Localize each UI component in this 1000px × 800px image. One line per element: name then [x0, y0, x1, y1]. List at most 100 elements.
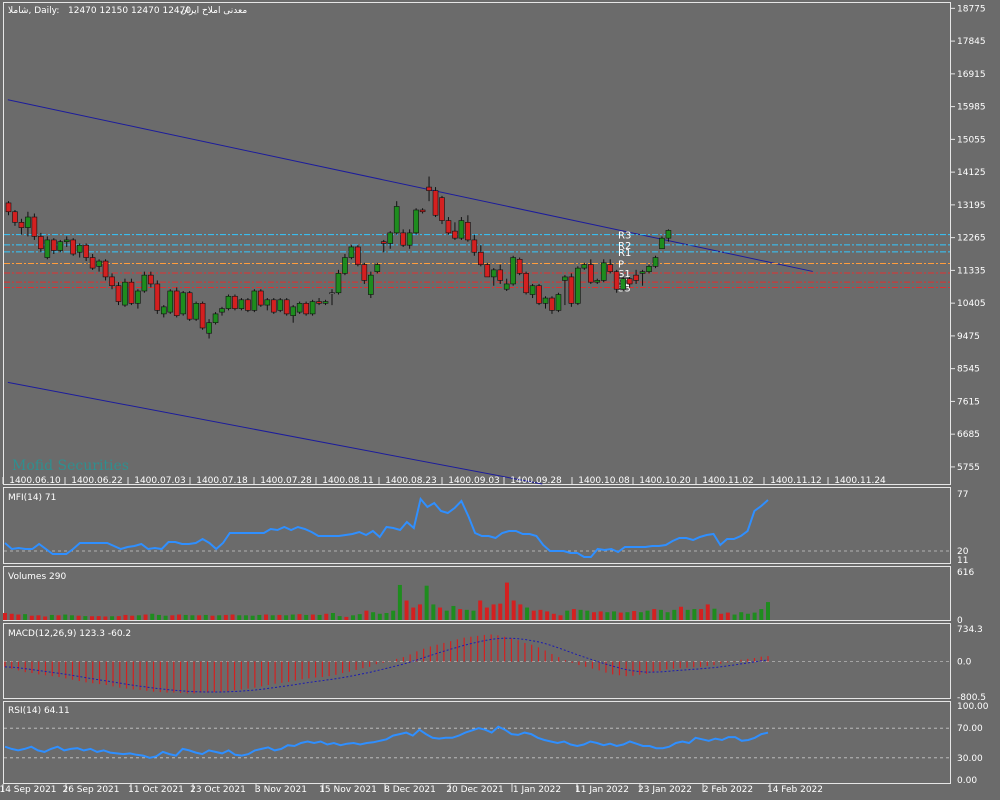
volume-bar — [471, 610, 476, 620]
candle-body — [458, 220, 465, 239]
volume-bar — [451, 605, 456, 620]
symbol-label: شاملا, Daily: — [8, 6, 59, 16]
candle-body — [626, 278, 633, 285]
price-tick-label: 13195 — [957, 201, 986, 211]
volume-bar — [177, 614, 182, 620]
ohlc-values: 12470 12150 12470 12470 — [68, 6, 191, 16]
candle-body — [562, 276, 568, 281]
date-label: 1400.10.08 — [578, 476, 630, 486]
chart-background — [0, 0, 1000, 800]
candle-body — [387, 232, 394, 244]
date-label: 1 Jan 2022 — [513, 785, 561, 795]
candle-body — [12, 211, 18, 223]
trading-chart[interactable]: شاملا, Daily: 12470 12150 12470 12470 مع… — [0, 0, 1000, 800]
date-label: 1400.10.20 — [639, 476, 691, 486]
candle-body — [361, 264, 368, 281]
candle-body — [594, 280, 601, 283]
volume-bar — [444, 610, 449, 620]
rsi-tick-label: 70.00 — [957, 724, 983, 734]
price-tick-label: 18775 — [957, 4, 986, 14]
candle-body — [89, 257, 96, 269]
price-tick-label: 14125 — [957, 168, 986, 178]
volume-bar — [277, 614, 282, 620]
volume-bar — [618, 612, 623, 620]
candle-body — [25, 216, 31, 228]
candle-body — [102, 260, 109, 278]
date-label: 1400.08.11 — [322, 476, 374, 486]
candle-body — [406, 232, 413, 246]
candle-body — [329, 292, 335, 295]
date-label: 8 Dec 2021 — [384, 785, 436, 795]
volume-bar — [297, 614, 302, 620]
volume-bar — [504, 582, 509, 620]
candle-body — [490, 269, 497, 278]
volume-bar — [625, 612, 630, 620]
volume-bar — [150, 613, 155, 620]
volume-bar — [223, 614, 228, 620]
candle-body — [536, 285, 542, 304]
volume-bar — [83, 616, 88, 620]
volume-bar — [438, 607, 443, 620]
volume-bar — [545, 611, 550, 620]
macd-tick-label: 0.0 — [957, 658, 972, 668]
candle-body — [659, 237, 665, 250]
pivot-label-r1: R1 — [618, 248, 631, 259]
volume-bar — [531, 610, 536, 620]
candle-body — [283, 299, 290, 315]
volume-bar — [417, 604, 422, 620]
volume-bar — [558, 615, 563, 620]
candle-body — [478, 251, 484, 265]
candle-body — [225, 295, 232, 309]
volume-bar — [759, 609, 764, 620]
price-tick-label: 8545 — [957, 365, 980, 375]
date-label: 1400.06.22 — [71, 476, 123, 486]
candle-body — [316, 301, 322, 304]
volume-bar — [210, 615, 215, 620]
date-label: 26 Sep 2021 — [62, 785, 119, 795]
macd-tick-label: 734.3 — [957, 625, 983, 635]
volume-bar — [324, 613, 329, 620]
candle-body — [258, 290, 264, 306]
volume-bar — [725, 612, 730, 620]
rsi-label: RSI(14) 64.11 — [8, 706, 70, 716]
volume-bar — [56, 615, 61, 620]
candle-body — [393, 206, 400, 234]
candle-body — [523, 273, 529, 294]
volume-bar — [391, 610, 396, 620]
volume-bar — [652, 609, 657, 620]
candle-body — [439, 197, 445, 221]
candle-body — [238, 299, 245, 309]
candle-body — [309, 301, 316, 315]
volume-bar — [36, 615, 41, 620]
candle-body — [212, 313, 219, 323]
volume-bar — [330, 612, 335, 620]
price-tick-label: 15985 — [957, 103, 986, 113]
volume-bar — [632, 611, 637, 620]
candle-body — [115, 285, 122, 302]
date-label: 23 Jan 2022 — [638, 785, 692, 795]
date-label: 1400.06.10 — [9, 476, 61, 486]
volume-bar — [712, 608, 717, 620]
volume-bar — [103, 616, 108, 620]
candle-body — [186, 292, 193, 320]
candle-body — [335, 273, 342, 294]
candle-body — [419, 209, 426, 213]
price-tick-label: 6685 — [957, 430, 980, 440]
volume-bar — [197, 615, 202, 620]
volume-bar — [156, 614, 161, 620]
candle-body — [245, 299, 251, 311]
candle-body — [432, 190, 439, 216]
candle-body — [516, 258, 523, 274]
candle-body — [76, 244, 83, 253]
volume-bar — [411, 607, 416, 620]
candle-body — [445, 220, 452, 234]
candle-body — [342, 257, 348, 274]
candle-body — [180, 292, 186, 315]
mfi-label: MFI(14) 71 — [8, 493, 56, 503]
date-label: 1400.11.12 — [770, 476, 822, 486]
volume-bar — [658, 609, 663, 620]
volume-bar — [183, 614, 188, 620]
candle-body — [141, 274, 148, 292]
candle-body — [452, 230, 458, 239]
candle-body — [50, 239, 57, 251]
